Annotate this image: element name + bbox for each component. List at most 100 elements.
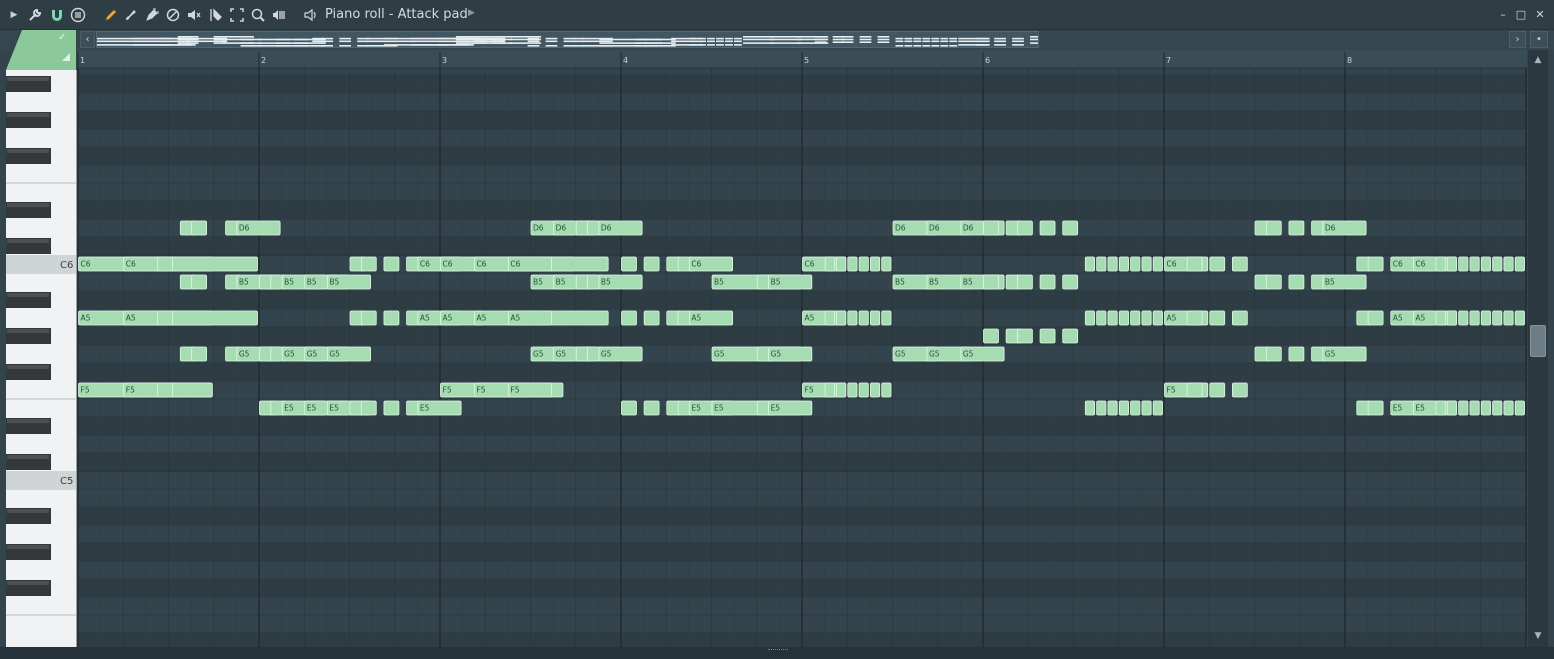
note[interactable] — [1107, 256, 1118, 272]
note[interactable] — [1017, 274, 1033, 290]
note[interactable] — [869, 382, 881, 398]
note[interactable] — [1084, 256, 1096, 272]
note[interactable] — [1141, 256, 1152, 272]
note[interactable] — [1435, 310, 1446, 326]
note[interactable] — [858, 310, 869, 326]
note-body[interactable] — [383, 400, 400, 416]
note-body[interactable] — [123, 310, 258, 326]
note[interactable]: D6 — [598, 220, 643, 236]
note-body[interactable] — [191, 220, 207, 236]
note[interactable] — [191, 274, 207, 290]
note-body[interactable] — [1446, 400, 1458, 416]
note[interactable] — [1480, 256, 1491, 272]
note-body[interactable] — [1435, 400, 1446, 416]
note[interactable] — [1231, 256, 1248, 272]
note-body[interactable] — [1096, 310, 1107, 326]
note[interactable] — [881, 382, 892, 398]
note[interactable] — [1118, 310, 1129, 326]
note-body[interactable] — [1503, 256, 1514, 272]
note[interactable] — [847, 382, 858, 398]
note[interactable] — [1209, 382, 1226, 398]
note-body[interactable] — [157, 310, 174, 326]
note[interactable]: D6 — [236, 220, 281, 236]
note-body[interactable] — [1141, 400, 1152, 416]
note-body[interactable] — [824, 382, 835, 398]
note[interactable] — [983, 220, 999, 236]
note[interactable] — [1446, 256, 1458, 272]
note-body[interactable] — [1503, 400, 1514, 416]
note-body[interactable] — [1017, 328, 1033, 344]
note-body[interactable] — [1130, 256, 1141, 272]
note[interactable] — [1446, 400, 1458, 416]
note[interactable] — [858, 382, 869, 398]
note[interactable]: C6 — [123, 256, 258, 272]
note[interactable] — [1130, 256, 1141, 272]
note-body[interactable] — [869, 256, 881, 272]
note[interactable] — [1186, 256, 1203, 272]
note[interactable] — [1492, 400, 1503, 416]
note-body[interactable] — [1062, 220, 1079, 236]
note-body[interactable] — [1480, 256, 1491, 272]
note-body[interactable] — [1288, 274, 1305, 290]
note[interactable] — [1084, 400, 1096, 416]
note[interactable] — [1017, 328, 1033, 344]
note[interactable] — [1492, 256, 1503, 272]
note[interactable] — [1469, 400, 1480, 416]
note[interactable] — [1231, 382, 1248, 398]
note-body[interactable] — [1096, 256, 1107, 272]
note-body[interactable] — [847, 310, 858, 326]
note-body[interactable] — [1492, 310, 1503, 326]
note[interactable] — [157, 382, 174, 398]
note[interactable] — [1492, 310, 1503, 326]
note-body[interactable] — [621, 256, 637, 272]
note[interactable] — [1446, 310, 1458, 326]
note-body[interactable] — [643, 400, 660, 416]
note[interactable]: B5 — [598, 274, 643, 290]
note[interactable] — [360, 310, 377, 326]
note-body[interactable] — [1458, 310, 1469, 326]
note-body[interactable] — [1107, 400, 1118, 416]
note-body[interactable] — [1492, 256, 1503, 272]
note-body[interactable] — [1469, 256, 1480, 272]
note-body[interactable] — [1118, 400, 1129, 416]
note[interactable] — [881, 256, 892, 272]
note[interactable] — [1265, 220, 1282, 236]
note-body[interactable] — [1017, 220, 1033, 236]
note-body[interactable] — [1141, 256, 1152, 272]
note[interactable]: B5 — [768, 274, 813, 290]
note[interactable] — [847, 256, 858, 272]
note-body[interactable] — [847, 382, 858, 398]
note[interactable] — [1209, 256, 1226, 272]
note-body[interactable] — [1514, 400, 1525, 416]
note[interactable] — [1480, 310, 1491, 326]
note[interactable] — [1107, 400, 1118, 416]
note-body[interactable] — [1096, 400, 1107, 416]
note-body[interactable] — [1480, 310, 1491, 326]
note-body[interactable] — [836, 382, 847, 398]
note-body[interactable] — [1084, 400, 1096, 416]
note[interactable] — [360, 256, 377, 272]
note[interactable] — [1186, 310, 1203, 326]
note[interactable]: G5 — [960, 346, 1005, 362]
note[interactable] — [1458, 256, 1469, 272]
note-body[interactable] — [1209, 256, 1226, 272]
piano-roll-grid[interactable]: 12345678 D6 D6 D6 D6 D6 D6 D6 D6C6 C6 C6 C6 C6 C6 C6 C… — [0, 0, 1554, 659]
note-body[interactable] — [1480, 400, 1491, 416]
note[interactable] — [858, 256, 869, 272]
note-body[interactable] — [1209, 310, 1226, 326]
note[interactable]: A5 — [507, 310, 553, 326]
note-body[interactable] — [1435, 256, 1446, 272]
note-body[interactable] — [1186, 256, 1203, 272]
note[interactable] — [1062, 220, 1079, 236]
note[interactable] — [836, 256, 847, 272]
note-body[interactable] — [1039, 274, 1056, 290]
note[interactable] — [1231, 310, 1248, 326]
note[interactable] — [1503, 400, 1514, 416]
note[interactable] — [1152, 310, 1163, 326]
note[interactable] — [1141, 400, 1152, 416]
note[interactable] — [983, 328, 999, 344]
note[interactable] — [1288, 346, 1305, 362]
note[interactable] — [360, 400, 377, 416]
note[interactable] — [1469, 310, 1480, 326]
note[interactable] — [1152, 256, 1163, 272]
